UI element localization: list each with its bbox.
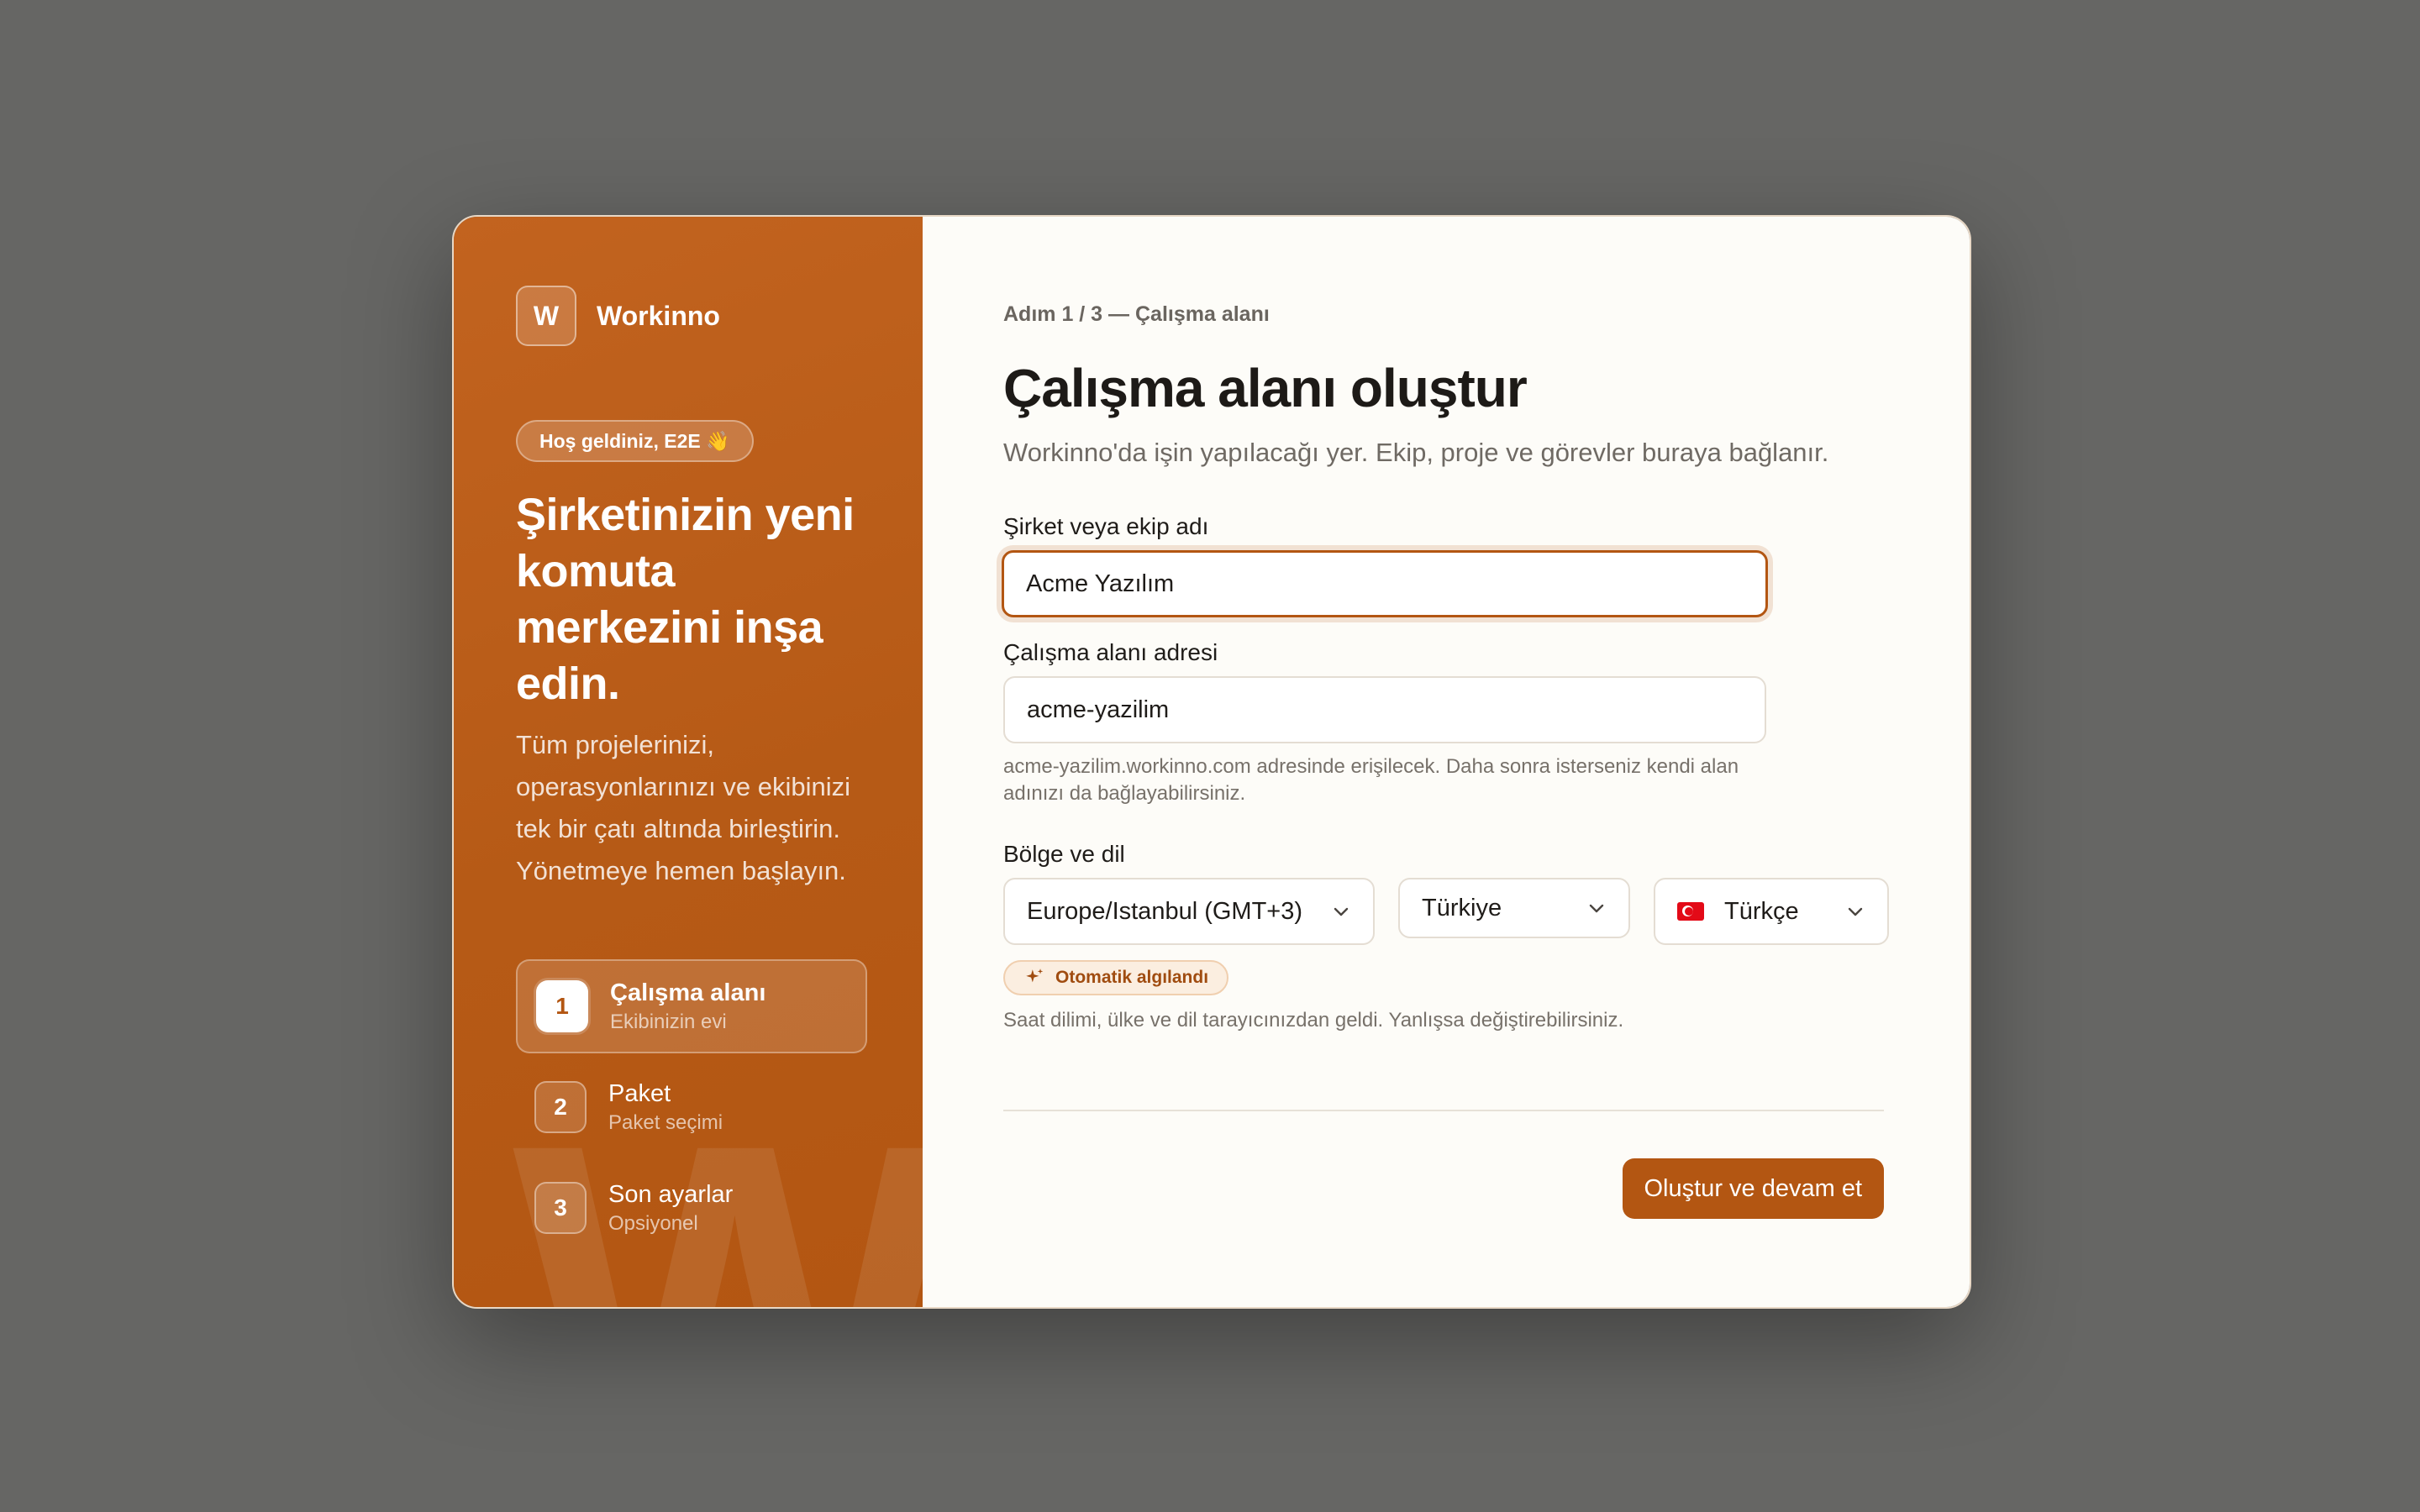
workspace-address-input[interactable]: acme-yazilim: [1003, 676, 1766, 743]
workspace-address-hint: acme-yazilim.workinno.com adresinde eriş…: [1003, 755, 1739, 805]
workspace-form: Adım 1 / 3 — Çalışma alanı Çalışma alanı…: [923, 217, 1970, 1307]
onboarding-modal: W W Workinno Hoş geldiniz, E2E 👋 Şirketi…: [452, 215, 1971, 1309]
step-number: 2: [534, 1081, 587, 1133]
company-name-label: Şirket veya ekip adı: [1003, 513, 1209, 539]
chevron-down-icon: [1848, 907, 1863, 916]
onboarding-sidebar: W W Workinno Hoş geldiniz, E2E 👋 Şirketi…: [454, 217, 923, 1307]
step-subtitle: Opsiyonel: [608, 1211, 698, 1235]
turkey-flag-icon: [1677, 902, 1704, 921]
form-divider: [1003, 1110, 1884, 1111]
chevron-down-icon: [1589, 904, 1604, 913]
auto-detected-badge: Otomatik algılandı: [1003, 960, 1229, 995]
step-title: Çalışma alanı: [610, 979, 766, 1006]
brand-logo: W: [516, 286, 576, 346]
step-title: Son ayarlar: [608, 1180, 734, 1208]
country-value: Türkiye: [1422, 894, 1502, 921]
region-selects: Europe/Istanbul (GMT+3) Türkiye Türkçe: [1003, 878, 1889, 945]
step-list: 1 Çalışma alanı Ekibinizin evi 2 Paket P…: [516, 959, 867, 1255]
page-title: Çalışma alanı oluştur: [1003, 358, 1528, 418]
sidebar-headline: Şirketinizin yeni komuta merkezini inşa …: [516, 490, 855, 709]
address-field-group: Çalışma alanı adresi acme-yazilim acme-y…: [1003, 639, 1889, 807]
sidebar-intro: Tüm projelerinizi, operasyonlarınızı ve …: [516, 730, 851, 885]
language-select[interactable]: Türkçe: [1654, 878, 1889, 945]
create-continue-button[interactable]: Oluştur ve devam et: [1622, 1158, 1884, 1219]
step-final-settings[interactable]: 3 Son ayarlar Opsiyonel: [516, 1161, 867, 1255]
sparkle-icon: [1026, 969, 1044, 983]
workspace-address-label: Çalışma alanı adresi: [1003, 639, 1218, 665]
timezone-select[interactable]: Europe/Istanbul (GMT+3): [1003, 878, 1375, 945]
brand: W Workinno: [516, 286, 860, 346]
page-subtitle: Workinno'da işin yapılacağı yer. Ekip, p…: [1003, 438, 1829, 467]
company-field-group: Şirket veya ekip adı Acme Yazılım: [1002, 513, 1889, 617]
step-subtitle: Paket seçimi: [608, 1110, 723, 1134]
country-select[interactable]: Türkiye: [1398, 878, 1630, 938]
step-number: 3: [534, 1182, 587, 1234]
timezone-value: Europe/Istanbul (GMT+3): [1027, 897, 1303, 925]
step-title: Paket: [608, 1079, 671, 1107]
brand-name: Workinno: [597, 300, 720, 331]
region-language-label: Bölge ve dil: [1003, 841, 1125, 867]
step-breadcrumb: Adım 1 / 3 — Çalışma alanı: [1003, 302, 1270, 326]
step-package[interactable]: 2 Paket Paket seçimi: [516, 1060, 867, 1154]
step-subtitle: Ekibinizin evi: [610, 1010, 727, 1033]
step-workspace[interactable]: 1 Çalışma alanı Ekibinizin evi: [516, 959, 867, 1053]
form-actions: Oluştur ve devam et: [1003, 1158, 1884, 1219]
auto-detected-text: Otomatik algılandı: [1055, 968, 1209, 987]
welcome-badge: Hoş geldiniz, E2E 👋: [516, 420, 754, 462]
chevron-down-icon: [1334, 907, 1349, 916]
region-note: Saat dilimi, ülke ve dil tarayıcınızdan …: [1003, 1009, 1624, 1032]
language-value: Türkçe: [1724, 897, 1799, 925]
step-number: 1: [536, 980, 588, 1032]
company-name-input[interactable]: Acme Yazılım: [1002, 550, 1768, 617]
